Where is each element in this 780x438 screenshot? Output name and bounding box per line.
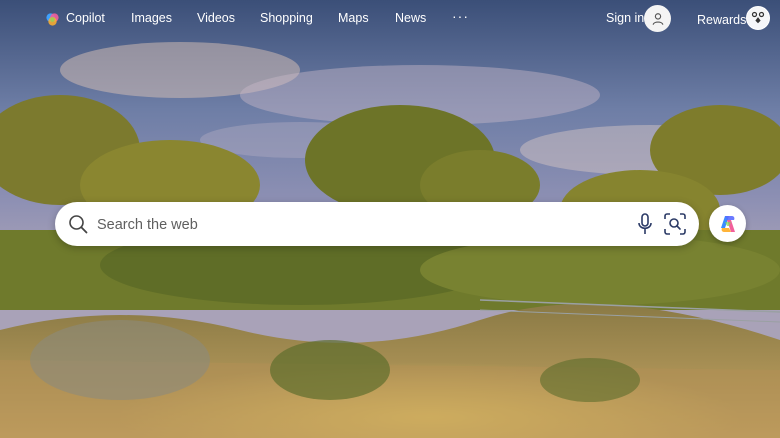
top-navigation: Copilot Images Videos Shopping Maps News… — [0, 0, 780, 38]
nav-videos[interactable]: Videos — [197, 11, 235, 25]
nav-images[interactable]: Images — [131, 11, 172, 25]
microphone-button[interactable] — [634, 212, 656, 236]
copilot-button[interactable] — [709, 205, 746, 242]
search-box — [55, 202, 699, 248]
rewards-link[interactable]: Rewards — [697, 13, 746, 27]
nav-news[interactable]: News — [395, 11, 426, 25]
more-menu-button[interactable]: ··· — [452, 8, 469, 24]
rewards-button[interactable] — [746, 6, 770, 30]
visual-search-icon — [664, 213, 686, 235]
nav-shopping[interactable]: Shopping — [260, 11, 313, 25]
rewards-icon — [751, 11, 765, 24]
copilot-logo-icon[interactable] — [45, 12, 60, 27]
search-input[interactable] — [95, 202, 619, 248]
copilot-icon — [720, 215, 735, 232]
microphone-icon — [638, 213, 652, 234]
person-icon — [652, 12, 663, 25]
visual-search-button[interactable] — [663, 212, 687, 236]
sign-in-link[interactable]: Sign in — [606, 11, 644, 25]
search-icon — [67, 213, 89, 235]
nav-maps[interactable]: Maps — [338, 11, 369, 25]
avatar-button[interactable] — [644, 5, 671, 32]
nav-copilot[interactable]: Copilot — [66, 11, 105, 25]
